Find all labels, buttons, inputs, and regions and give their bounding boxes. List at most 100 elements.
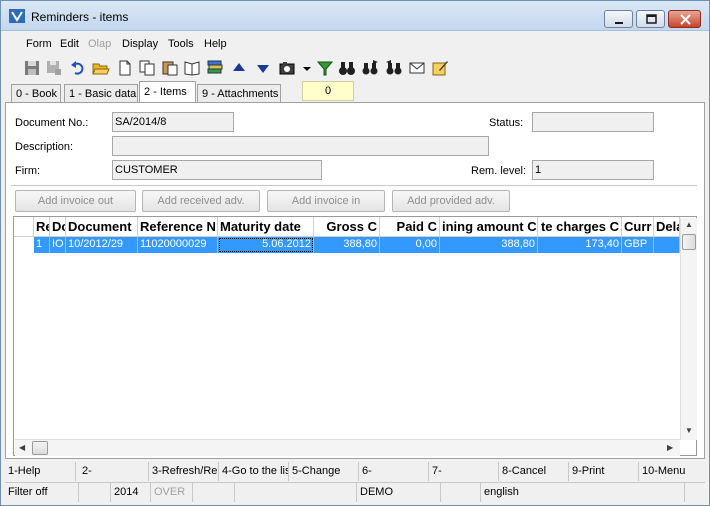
status-filter: Filter off bbox=[5, 483, 79, 502]
status-over: OVER bbox=[151, 483, 193, 502]
tab-book[interactable]: 0 - Book bbox=[11, 84, 61, 103]
mail-icon[interactable] bbox=[408, 59, 426, 77]
items-grid[interactable]: Re Dc Document Reference N Maturity date… bbox=[13, 216, 697, 456]
rem-level-field[interactable]: 1 bbox=[532, 160, 654, 180]
stack-icon[interactable] bbox=[206, 59, 224, 77]
new-document-icon[interactable] bbox=[116, 59, 134, 77]
rem-level-label: Rem. level: bbox=[471, 165, 527, 177]
scroll-up-icon[interactable]: ▲ bbox=[685, 220, 693, 229]
binoculars-next-icon[interactable] bbox=[361, 59, 379, 77]
cell-late-charges[interactable]: 173,40 bbox=[538, 237, 622, 253]
cell-delay[interactable] bbox=[654, 237, 680, 253]
status-cell-empty bbox=[441, 483, 481, 502]
column-header-gross[interactable]: Gross C bbox=[314, 217, 380, 237]
arrow-down-icon[interactable] bbox=[254, 59, 272, 77]
edit-note-icon[interactable] bbox=[431, 59, 449, 77]
fkey-2[interactable]: 2- bbox=[79, 462, 149, 481]
document-no-label: Document No.: bbox=[15, 117, 89, 129]
menu-form[interactable]: Form bbox=[26, 38, 52, 50]
minimize-icon bbox=[615, 22, 623, 24]
maximize-button[interactable] bbox=[636, 10, 665, 28]
paste-icon[interactable] bbox=[161, 59, 179, 77]
resize-grip[interactable] bbox=[685, 483, 705, 502]
grid-corner bbox=[14, 217, 34, 237]
camera-icon[interactable] bbox=[278, 59, 296, 77]
vertical-scrollbar[interactable]: ▲ ▼ bbox=[680, 218, 697, 440]
fkey-6[interactable]: 6- bbox=[359, 462, 429, 481]
arrow-up-icon[interactable] bbox=[230, 59, 248, 77]
menu-display[interactable]: Display bbox=[122, 38, 158, 50]
column-header-late-charges[interactable]: te charges C bbox=[538, 217, 622, 237]
cell-re[interactable]: 1 bbox=[34, 237, 50, 253]
cell-currency[interactable]: GBP bbox=[622, 237, 654, 253]
cell-maturity-date[interactable]: 5.06.2012 bbox=[218, 237, 314, 253]
menu-tools[interactable]: Tools bbox=[168, 38, 194, 50]
save-icon[interactable] bbox=[23, 59, 41, 77]
vertical-scroll-thumb[interactable] bbox=[682, 234, 696, 250]
horizontal-scroll-thumb[interactable] bbox=[32, 441, 48, 455]
fkey-change[interactable]: 5-Change bbox=[289, 462, 359, 481]
status-label: Status: bbox=[489, 117, 524, 129]
table-row[interactable]: 1 IO 10/2012/29 11020000029 5.06.2012 38… bbox=[34, 237, 680, 253]
scroll-right-icon[interactable]: ▶ bbox=[667, 443, 673, 452]
column-header-document[interactable]: Document bbox=[66, 217, 138, 237]
firm-field[interactable]: CUSTOMER bbox=[112, 160, 322, 180]
fkey-go-to-list[interactable]: 4-Go to the lis bbox=[219, 462, 289, 481]
description-field[interactable] bbox=[112, 136, 489, 156]
column-header-remaining-amount[interactable]: ining amount C bbox=[440, 217, 538, 237]
close-button[interactable] bbox=[668, 10, 701, 28]
cell-dc[interactable]: IO bbox=[50, 237, 66, 253]
column-header-reference[interactable]: Reference N bbox=[138, 217, 218, 237]
column-header-dc[interactable]: Dc bbox=[50, 217, 66, 237]
copy-icon[interactable] bbox=[138, 59, 156, 77]
status-cell-empty bbox=[193, 483, 235, 502]
fkey-cancel[interactable]: 8-Cancel bbox=[499, 462, 569, 481]
fkey-menu[interactable]: 10-Menu bbox=[639, 462, 705, 481]
title-bar: Reminders - items bbox=[1, 1, 709, 31]
add-provided-adv-button[interactable]: Add provided adv. bbox=[392, 190, 510, 212]
open-folder-icon[interactable] bbox=[92, 59, 110, 77]
filter-icon[interactable] bbox=[316, 59, 334, 77]
add-received-adv-button[interactable]: Add received adv. bbox=[142, 190, 260, 212]
column-header-maturity-date[interactable]: Maturity date bbox=[218, 217, 314, 237]
status-field[interactable] bbox=[532, 112, 654, 132]
dropdown-arrow-icon[interactable] bbox=[298, 59, 316, 77]
binoculars-icon[interactable] bbox=[338, 59, 356, 77]
status-cell-empty bbox=[79, 483, 111, 502]
menu-help[interactable]: Help bbox=[204, 38, 227, 50]
cell-reference[interactable]: 11020000029 bbox=[138, 237, 218, 253]
scroll-left-icon[interactable]: ◀ bbox=[19, 443, 25, 452]
fkey-print[interactable]: 9-Print bbox=[569, 462, 639, 481]
undo-icon[interactable] bbox=[69, 59, 87, 77]
column-header-re[interactable]: Re bbox=[34, 217, 50, 237]
column-header-delay[interactable]: Dela bbox=[654, 217, 680, 237]
cell-document[interactable]: 10/2012/29 bbox=[66, 237, 138, 253]
fkey-refresh[interactable]: 3-Refresh/Re bbox=[149, 462, 219, 481]
menu-edit[interactable]: Edit bbox=[60, 38, 79, 50]
menu-olap[interactable]: Olap bbox=[88, 38, 111, 50]
cell-remaining-amount[interactable]: 388,80 bbox=[440, 237, 538, 253]
column-header-paid[interactable]: Paid C bbox=[380, 217, 440, 237]
document-no-field[interactable]: SA/2014/8 bbox=[112, 112, 234, 132]
save-disabled-icon[interactable] bbox=[45, 59, 63, 77]
fkey-7[interactable]: 7- bbox=[429, 462, 499, 481]
binoculars-prev-icon[interactable] bbox=[385, 59, 403, 77]
column-header-currency[interactable]: Curr bbox=[622, 217, 654, 237]
tab-attachments[interactable]: 9 - Attachments bbox=[197, 84, 281, 103]
toolbar bbox=[13, 57, 707, 79]
row-selector[interactable] bbox=[14, 237, 34, 253]
tab-items[interactable]: 2 - Items bbox=[139, 81, 196, 103]
fkey-help[interactable]: 1-Help bbox=[5, 462, 76, 481]
minimize-button[interactable] bbox=[604, 10, 633, 28]
add-invoice-out-button[interactable]: Add invoice out bbox=[15, 190, 136, 212]
function-key-bar: 1-Help 2- 3-Refresh/Re 4-Go to the lis 5… bbox=[5, 462, 705, 481]
cell-paid[interactable]: 0,00 bbox=[380, 237, 440, 253]
tab-basic-data[interactable]: 1 - Basic data bbox=[64, 84, 138, 103]
scroll-down-icon[interactable]: ▼ bbox=[685, 426, 693, 435]
separator bbox=[11, 185, 697, 186]
add-invoice-in-button[interactable]: Add invoice in bbox=[267, 190, 385, 212]
book-icon[interactable] bbox=[183, 59, 201, 77]
status-bar: Filter off 2014 OVER DEMO english bbox=[5, 482, 705, 502]
cell-gross[interactable]: 388,80 bbox=[314, 237, 380, 253]
horizontal-scrollbar[interactable]: ◀ ▶ bbox=[15, 439, 680, 456]
